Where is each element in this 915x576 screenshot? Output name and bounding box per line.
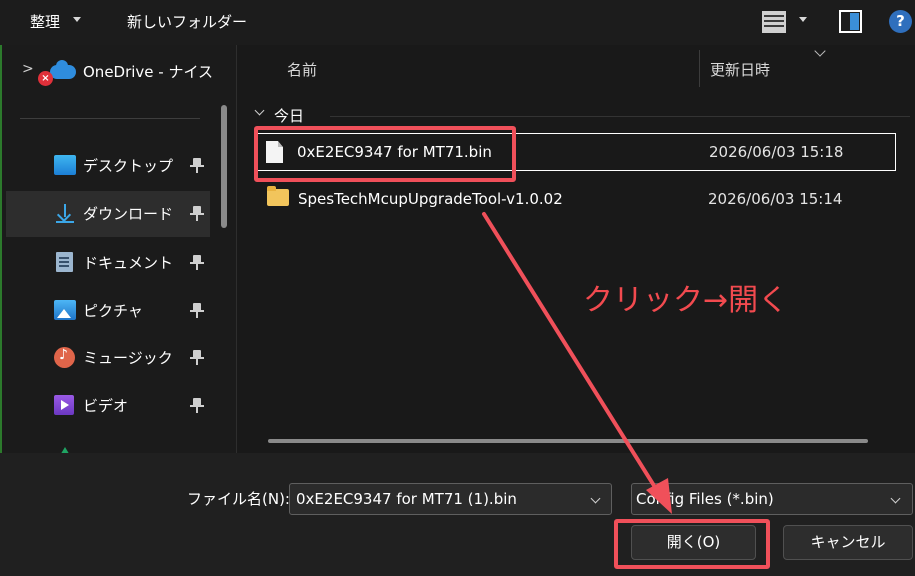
toolbar: 整理 新しいフォルダー ? — [0, 0, 915, 45]
help-icon[interactable]: ? — [889, 10, 912, 33]
group-header-today[interactable]: 今日 — [254, 105, 910, 127]
folder-name: SpesTechMcupUpgradeTool-v1.0.02 — [298, 190, 563, 208]
filename-value: 0xE2EC9347 for MT71 (1).bin — [296, 490, 517, 508]
column-separator[interactable] — [699, 50, 700, 87]
sidebar-item-label: デスクトップ — [83, 157, 174, 175]
column-header-modified[interactable]: 更新日時 — [710, 59, 770, 80]
filename-chevron-down-icon[interactable] — [590, 493, 601, 504]
column-header-name[interactable]: 名前 — [287, 59, 317, 80]
sidebar-item-documents[interactable]: ドキュメント — [6, 240, 210, 286]
videos-icon — [54, 395, 74, 415]
sidebar-item-label: ビデオ — [83, 397, 129, 415]
folder-row[interactable]: SpesTechMcupUpgradeTool-v1.0.02 2026/06/… — [256, 181, 896, 219]
organize-button[interactable]: 整理 — [30, 11, 60, 32]
pin-icon — [190, 398, 204, 414]
sidebar-item-onedrive[interactable]: > × OneDrive - ナイス — [20, 60, 220, 86]
sidebar-item-google-drive[interactable] — [6, 433, 210, 453]
view-options-icon[interactable] — [762, 11, 786, 33]
onedrive-cloud-icon — [50, 60, 76, 79]
preview-pane-icon[interactable] — [839, 10, 862, 33]
filetype-chevron-down-icon[interactable] — [890, 493, 901, 504]
new-folder-button[interactable]: 新しいフォルダー — [127, 11, 247, 32]
annotation-text: クリック→開く — [583, 283, 789, 318]
sidebar-item-label: ミュージック — [83, 349, 173, 367]
sidebar-item-videos[interactable]: ビデオ — [6, 383, 210, 429]
dialog-footer: ファイル名(N): 0xE2EC9347 for MT71 (1).bin Co… — [0, 453, 915, 576]
filetype-value: Config Files (*.bin) — [636, 490, 774, 508]
sync-error-icon: × — [38, 71, 53, 86]
sidebar-item-label: ドキュメント — [83, 254, 174, 272]
group-label: 今日 — [274, 107, 305, 125]
view-options-chevron-down-icon[interactable] — [799, 17, 807, 22]
cancel-button[interactable]: キャンセル — [783, 525, 913, 560]
navigation-pane: > × OneDrive - ナイス デスクトップ ダウンロード ドキュメント … — [0, 45, 237, 453]
file-modified: 2026/06/03 15:18 — [709, 143, 844, 161]
sidebar-item-label: ピクチャ — [83, 302, 143, 320]
folder-icon — [267, 186, 289, 206]
desktop-icon — [54, 155, 76, 175]
file-highlight-box — [254, 126, 516, 182]
organize-chevron-down-icon[interactable] — [73, 17, 81, 22]
sort-chevron-down-icon — [814, 45, 826, 57]
folder-modified: 2026/06/03 15:14 — [708, 190, 843, 208]
music-icon — [54, 347, 75, 368]
open-highlight-box — [614, 519, 770, 569]
filename-label: ファイル名(N): — [187, 490, 290, 508]
pin-icon — [190, 350, 204, 366]
download-icon — [54, 203, 76, 223]
filetype-select[interactable]: Config Files (*.bin) — [631, 483, 913, 515]
group-divider — [330, 116, 910, 117]
sidebar-item-downloads[interactable]: ダウンロード — [6, 191, 210, 237]
pin-icon — [190, 255, 204, 271]
sidebar-scrollbar[interactable] — [221, 105, 227, 228]
collapse-chevron-icon[interactable] — [254, 105, 265, 116]
file-list: 名前 更新日時 今日 0xE2EC9347 for MT71.bin 2026/… — [238, 45, 915, 453]
pin-icon — [190, 158, 204, 174]
documents-icon — [56, 252, 73, 272]
sidebar-item-label: ダウンロード — [83, 205, 174, 223]
pin-icon — [190, 303, 204, 319]
expand-chevron-icon[interactable]: > — [22, 61, 34, 77]
sidebar-item-desktop[interactable]: デスクトップ — [6, 143, 210, 189]
horizontal-scrollbar[interactable] — [268, 439, 868, 443]
google-drive-icon — [54, 445, 76, 453]
sidebar-item-music[interactable]: ミュージック — [6, 335, 210, 381]
sidebar-divider — [20, 118, 200, 119]
pictures-icon — [54, 300, 76, 320]
sidebar-item-pictures[interactable]: ピクチャ — [6, 288, 210, 334]
column-header-row: 名前 更新日時 — [238, 45, 915, 89]
filename-input[interactable]: 0xE2EC9347 for MT71 (1).bin — [289, 483, 612, 515]
sidebar-item-label: OneDrive - ナイス — [83, 63, 214, 81]
pin-icon — [190, 206, 204, 222]
